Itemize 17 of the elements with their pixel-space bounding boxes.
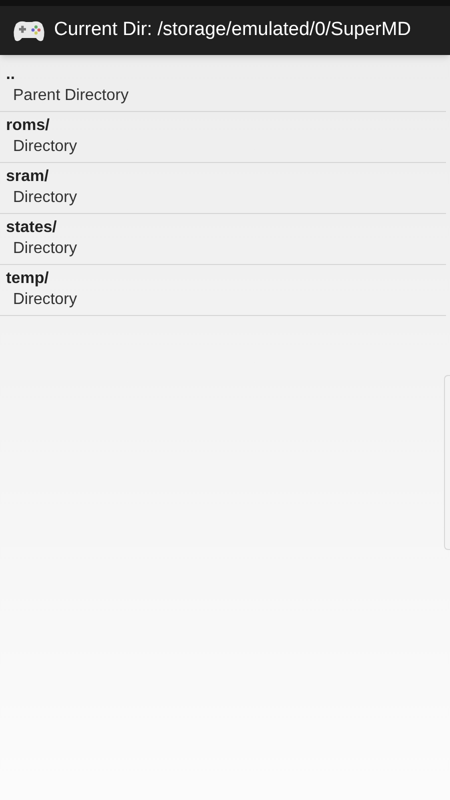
entry-name: temp/ bbox=[6, 269, 49, 289]
entry-description: Parent Directory bbox=[12, 86, 129, 106]
entry-description: Directory bbox=[12, 188, 78, 208]
entry-name: states/ bbox=[6, 218, 57, 238]
directory-item[interactable]: .. Parent Directory bbox=[0, 61, 446, 112]
directory-item[interactable]: roms/ Directory bbox=[0, 112, 446, 163]
edge-handle[interactable] bbox=[444, 375, 450, 550]
entry-name: .. bbox=[6, 65, 15, 85]
entry-description: Directory bbox=[12, 137, 78, 157]
entry-name: sram/ bbox=[6, 167, 49, 187]
directory-item[interactable]: sram/ Directory bbox=[0, 163, 446, 214]
entry-name: roms/ bbox=[6, 116, 50, 136]
window-title: Current Dir: /storage/emulated/0/SuperMD bbox=[54, 18, 411, 42]
entry-description: Directory bbox=[12, 290, 78, 310]
entry-description: Directory bbox=[12, 239, 78, 259]
directory-item[interactable]: states/ Directory bbox=[0, 214, 446, 265]
directory-item[interactable]: temp/ Directory bbox=[0, 265, 446, 316]
